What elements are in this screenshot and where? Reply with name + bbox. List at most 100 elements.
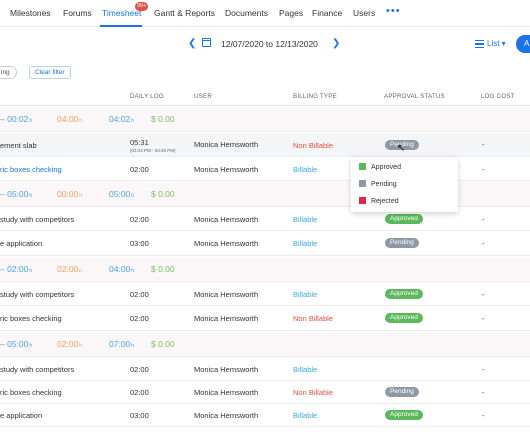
total-hours: – 05:00h xyxy=(0,189,32,199)
next-week-icon[interactable]: ❯ xyxy=(332,38,340,49)
user-name: Monica Hemsworth xyxy=(194,290,259,299)
nonbillable-value: 02:00 xyxy=(57,339,79,349)
task-name[interactable]: ric boxes checking xyxy=(0,165,62,174)
timesheet-count-badge: 99+ xyxy=(135,2,149,11)
task-name[interactable]: ric boxes checking xyxy=(0,314,62,323)
total-hours: – 00:02h xyxy=(0,114,32,124)
rejected-swatch xyxy=(359,197,366,204)
table-row[interactable]: study with competitors 02:00 Monica Hems… xyxy=(0,358,530,381)
task-name[interactable]: study with competitors xyxy=(0,290,74,299)
calendar-icon[interactable] xyxy=(202,38,211,47)
nav-users[interactable]: Users xyxy=(353,8,375,18)
task-name[interactable]: ement slab xyxy=(0,141,37,150)
active-filter-tag[interactable]: ing xyxy=(0,66,17,79)
mouse-cursor-icon: ↖ xyxy=(397,143,406,154)
total-dash: – xyxy=(0,114,5,124)
date-range[interactable]: 12/07/2020 to 12/13/2020 xyxy=(221,39,318,49)
unit: h xyxy=(29,343,33,349)
option-label: Rejected xyxy=(371,198,399,205)
unit: h xyxy=(131,268,135,274)
status-badge[interactable]: Approved xyxy=(385,313,423,323)
nav-pages[interactable]: Pages xyxy=(279,8,303,18)
task-name[interactable]: study with competitors xyxy=(0,215,74,224)
col-log-cost: LOG COST xyxy=(481,93,515,100)
option-label: Pending xyxy=(371,181,397,188)
unit: h xyxy=(29,193,33,199)
unit: h xyxy=(79,268,83,274)
list-view-icon[interactable] xyxy=(475,40,484,48)
log-cost: - xyxy=(482,239,485,248)
table-row[interactable]: study with competitors 02:00 Monica Hems… xyxy=(0,283,530,306)
unit: h xyxy=(29,268,33,274)
billing-type: Billable xyxy=(293,365,318,374)
user-name: Monica Hemsworth xyxy=(194,314,259,323)
more-icon[interactable]: ••• xyxy=(386,5,401,17)
billable-value: 05:00 xyxy=(109,189,131,199)
log-cost: - xyxy=(482,165,485,174)
status-badge[interactable]: Approved xyxy=(385,410,423,420)
table-header: DAILY LOG USER BILLING TYPE APPROVAL STA… xyxy=(0,88,530,106)
view-toggle[interactable]: List ▾ xyxy=(487,39,506,48)
nav-forums[interactable]: Forums xyxy=(63,8,92,18)
unit: h xyxy=(79,118,83,124)
unit: h xyxy=(131,118,135,124)
nav-finance[interactable]: Finance xyxy=(312,8,342,18)
log-cost: - xyxy=(482,411,485,420)
prev-week-icon[interactable]: ❮ xyxy=(188,38,196,49)
task-name[interactable]: ric boxes checking xyxy=(0,388,62,397)
user-name: Monica Hemsworth xyxy=(194,365,259,374)
daily-log: 02:00 xyxy=(130,165,149,174)
add-log-button[interactable]: A xyxy=(516,35,530,53)
daily-log: 02:00 xyxy=(130,215,149,224)
nonbillable-hours: 00:00h xyxy=(57,189,82,199)
approved-swatch xyxy=(359,163,366,170)
table-row[interactable]: e application 03:00 Monica Hemsworth Bil… xyxy=(0,405,530,427)
billing-type: Billable xyxy=(293,411,318,420)
table-row[interactable]: e application 03:00 Monica Hemsworth Bil… xyxy=(0,232,530,256)
log-cost: - xyxy=(482,215,485,224)
log-cost: - xyxy=(482,365,485,374)
task-name[interactable]: e application xyxy=(0,239,42,248)
billable-hours: 07:00h xyxy=(109,339,134,349)
billable-value: 04:00 xyxy=(109,264,131,274)
status-badge[interactable]: Approved xyxy=(385,289,423,299)
group-cost: $ 0.00 xyxy=(151,189,175,199)
log-cost: - xyxy=(482,314,485,323)
status-option-approved[interactable]: Approved xyxy=(359,163,401,171)
nonbillable-hours: 04:00h xyxy=(57,114,82,124)
nav-milestones[interactable]: Milestones xyxy=(10,8,51,18)
user-name: Monica Hemsworth xyxy=(194,239,259,248)
unit: h xyxy=(29,118,33,124)
table-row[interactable]: ement slab 05:31 (03:43 PM - 03:45 PM) M… xyxy=(0,133,530,157)
col-daily-log: DAILY LOG xyxy=(130,93,164,100)
task-name[interactable]: e application xyxy=(0,411,42,420)
unit: h xyxy=(79,343,83,349)
table-row[interactable]: ric boxes checking 02:00 Monica Hemswort… xyxy=(0,382,530,404)
nav-gantt-reports[interactable]: Gantt & Reports xyxy=(154,8,215,18)
status-badge[interactable]: Approved xyxy=(385,214,423,224)
group-cost: $ 0.00 xyxy=(151,264,175,274)
table-row[interactable]: ric boxes checking 02:00 Monica Hemswort… xyxy=(0,307,530,331)
total-dash: – xyxy=(0,264,5,274)
task-name[interactable]: study with competitors xyxy=(0,365,74,374)
status-option-pending[interactable]: Pending xyxy=(359,180,397,188)
daily-log: 03:00 xyxy=(130,411,149,420)
status-badge[interactable]: Pending xyxy=(385,238,419,248)
status-badge[interactable]: Pending xyxy=(385,387,419,397)
col-billing-type: BILLING TYPE xyxy=(293,93,337,100)
user-name: Monica Hemsworth xyxy=(194,165,259,174)
clear-filter-button[interactable]: Clear filter xyxy=(29,66,71,79)
unit: h xyxy=(131,343,135,349)
status-option-rejected[interactable]: Rejected xyxy=(359,197,399,205)
option-label: Approved xyxy=(371,164,401,171)
nav-documents[interactable]: Documents xyxy=(225,8,268,18)
unit: h xyxy=(79,193,83,199)
col-approval-status: APPROVAL STATUS xyxy=(384,93,445,100)
nonbillable-value: 02:00 xyxy=(57,264,79,274)
total-value: 00:02 xyxy=(7,114,29,124)
daily-log: 05:31 xyxy=(130,138,149,147)
total-value: 05:00 xyxy=(7,189,29,199)
total-dash: – xyxy=(0,189,5,199)
user-name: Monica Hemsworth xyxy=(194,215,259,224)
billing-type: Billable xyxy=(293,239,318,248)
